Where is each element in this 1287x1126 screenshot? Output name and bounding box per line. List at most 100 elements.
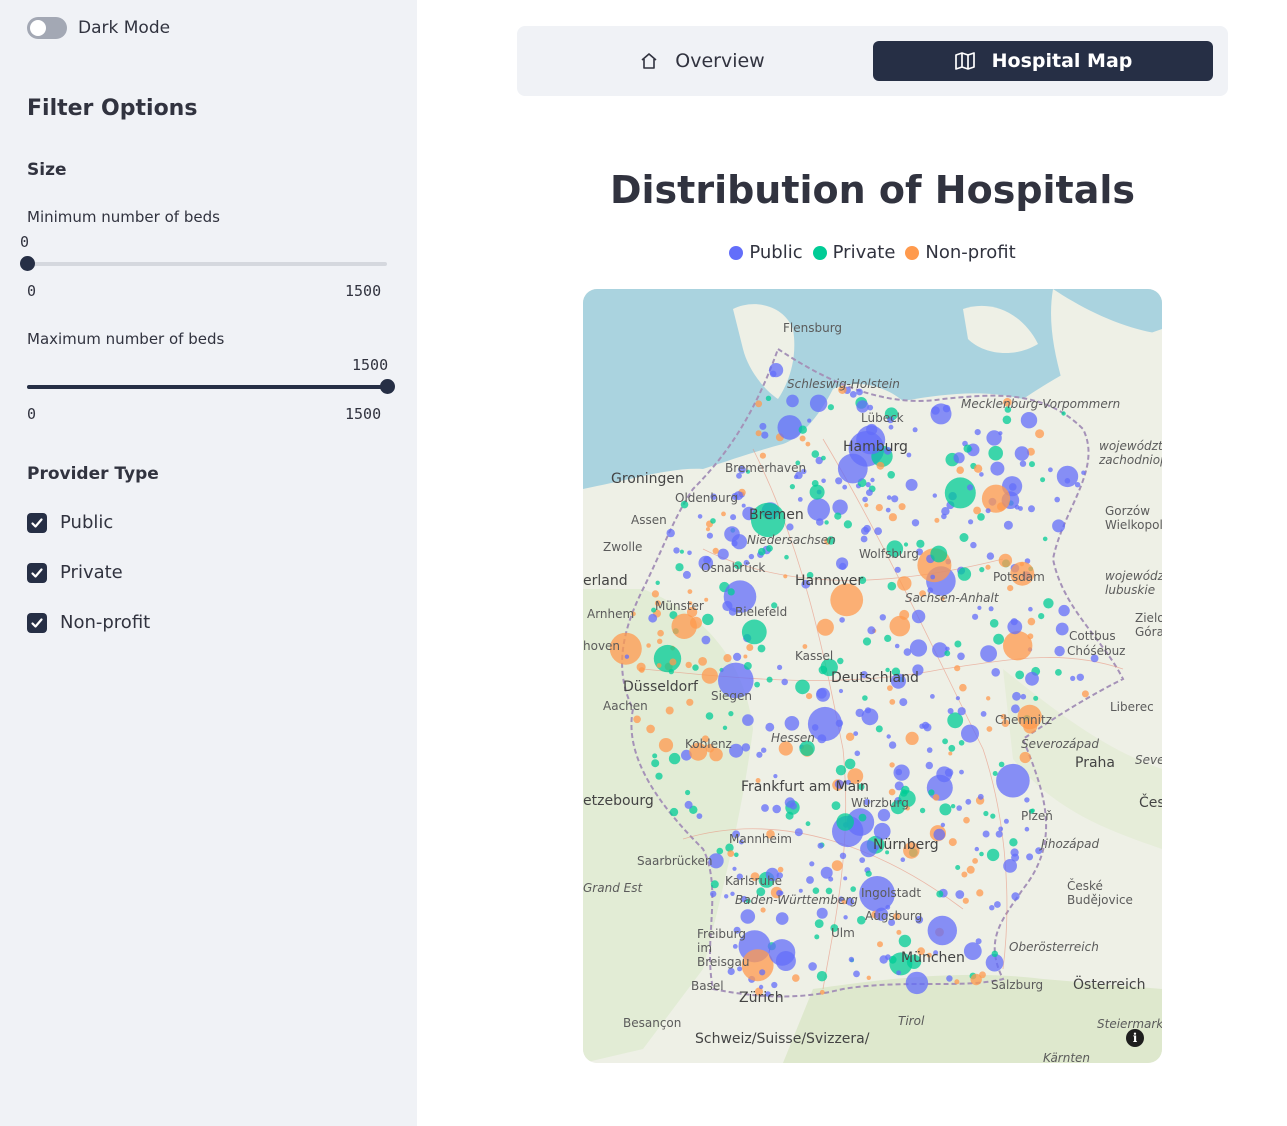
hospital-marker[interactable] [1054,496,1060,503]
hospital-marker[interactable] [963,816,970,824]
hospital-marker[interactable] [1020,693,1027,700]
hospital-marker[interactable] [948,751,953,756]
hospital-marker[interactable] [845,732,855,741]
hospital-marker[interactable] [903,648,912,656]
hospital-marker[interactable] [656,663,662,668]
hospital-marker[interactable] [963,942,982,960]
hospital-marker[interactable] [972,613,979,620]
hospital-marker[interactable] [879,614,886,621]
hospital-marker[interactable] [789,802,797,810]
hospital-marker[interactable] [710,880,719,889]
hospital-marker[interactable] [954,640,962,648]
hospital-marker[interactable] [798,425,807,434]
hospital-marker[interactable] [759,969,766,976]
hospital-marker[interactable] [755,430,762,437]
hospital-marker[interactable] [928,789,935,796]
hospital-marker[interactable] [1064,478,1071,484]
hospital-marker[interactable] [797,497,803,502]
hospital-marker[interactable] [809,394,828,412]
checkbox-checked-icon[interactable] [27,562,47,583]
hospital-marker[interactable] [874,527,882,535]
hospital-marker[interactable] [1024,826,1030,832]
hospital-marker[interactable] [862,637,872,646]
hospital-marker[interactable] [836,813,854,831]
hospital-marker[interactable] [944,650,951,657]
provider-public-checkbox[interactable]: Public [27,512,113,533]
hospital-marker[interactable] [875,504,883,512]
hospital-marker[interactable] [887,685,893,691]
hospital-marker[interactable] [835,477,843,485]
hospital-marker[interactable] [746,644,754,651]
hospital-marker[interactable] [959,769,964,775]
hospital-marker[interactable] [836,557,849,570]
hospital-marker[interactable] [741,619,767,645]
hospital-marker[interactable] [950,804,956,809]
hospital-marker[interactable] [985,564,991,570]
hospital-marker[interactable] [805,441,811,447]
hospital-marker[interactable] [861,526,869,535]
hospital-marker[interactable] [807,418,812,423]
hospital-marker[interactable] [814,919,824,928]
hospital-marker[interactable] [1014,446,1030,461]
hospital-marker[interactable] [773,774,778,779]
hospital-marker[interactable] [992,771,998,776]
hospital-marker[interactable] [838,688,844,694]
checkbox-checked-icon[interactable] [27,512,47,533]
hospital-marker[interactable] [986,726,993,732]
hospital-marker[interactable] [837,453,868,484]
hospital-marker[interactable] [657,638,663,644]
hospital-marker[interactable] [888,513,897,522]
hospital-marker[interactable] [837,657,844,665]
hospital-marker[interactable] [905,971,929,995]
hospital-marker[interactable] [1025,671,1039,686]
hospital-marker[interactable] [886,495,892,500]
hospital-marker[interactable] [771,981,778,989]
hospital-marker[interactable] [896,970,901,976]
hospital-marker[interactable] [795,679,810,695]
hospital-marker[interactable] [786,394,799,408]
hospital-marker[interactable] [1009,838,1018,847]
hospital-marker[interactable] [930,574,936,580]
hospital-marker[interactable] [977,513,985,521]
hospital-marker[interactable] [980,711,987,717]
hospital-marker[interactable] [792,974,800,982]
hospital-marker[interactable] [1070,675,1076,681]
hospital-marker[interactable] [988,445,1003,461]
hospital-marker[interactable] [1055,669,1062,676]
hospital-marker[interactable] [896,929,902,935]
hospital-marker[interactable] [807,498,830,521]
hospital-marker[interactable] [887,581,897,591]
hospital-marker[interactable] [1029,461,1035,468]
hospital-marker[interactable] [756,751,763,758]
hospital-marker[interactable] [944,477,976,509]
hospital-marker[interactable] [886,734,891,739]
hospital-marker[interactable] [682,570,691,579]
hospital-marker[interactable] [866,975,871,980]
hospital-marker[interactable] [668,668,674,675]
hospital-marker[interactable] [968,519,974,525]
hospital-marker[interactable] [1018,506,1023,511]
min-beds-slider[interactable] [20,256,387,271]
hospital-marker[interactable] [696,813,703,819]
hospital-marker[interactable] [816,907,828,919]
hospital-marker[interactable] [1048,467,1053,473]
hospital-marker[interactable] [866,489,873,496]
hospital-marker[interactable] [665,706,674,715]
hospital-marker[interactable] [748,553,755,560]
hospital-marker[interactable] [653,644,682,673]
hospital-marker[interactable] [889,699,896,705]
hospital-marker[interactable] [979,567,985,573]
hospital-marker[interactable] [1028,606,1033,612]
hospital-marker[interactable] [953,452,965,464]
hospital-marker[interactable] [991,950,998,957]
hospital-marker[interactable] [1003,520,1013,530]
hospital-marker[interactable] [701,635,711,645]
hospital-marker[interactable] [993,633,1004,645]
hospital-marker[interactable] [1027,633,1034,640]
hospital-marker[interactable] [675,563,684,572]
hospital-marker[interactable] [1035,429,1045,439]
hospital-marker[interactable] [712,547,719,554]
hospital-marker[interactable] [648,613,658,623]
hospital-marker[interactable] [733,652,742,661]
hospital-marker[interactable] [926,774,953,801]
